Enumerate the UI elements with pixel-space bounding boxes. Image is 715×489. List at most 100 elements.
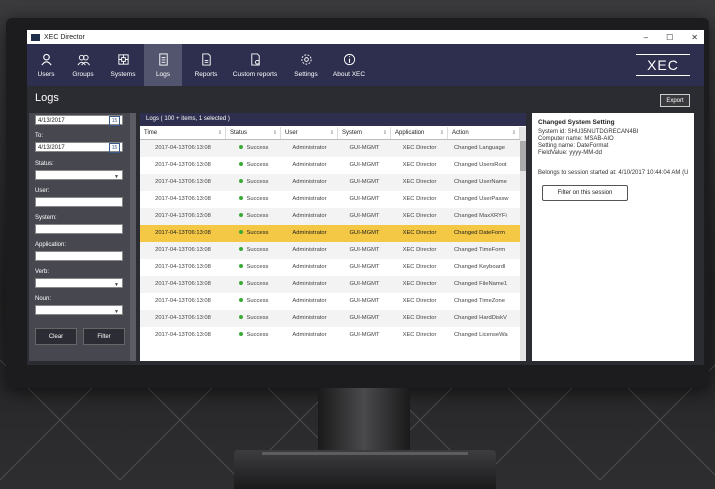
col-application[interactable]: Application ⇕ xyxy=(391,127,448,139)
nav-settings-label: Settings xyxy=(294,70,318,78)
cell-user-text: Administrator xyxy=(292,145,327,151)
user-input[interactable] xyxy=(35,197,123,207)
cell-action: Changed TimeForm xyxy=(448,242,520,259)
nav-about-label: About XEC xyxy=(332,70,366,78)
table-row[interactable]: 2017-04-13T06:13:08 Success Administrator G… xyxy=(140,310,520,327)
cell-action: Changed TimeZone xyxy=(448,293,520,310)
cell-application-text: XEC Director xyxy=(402,179,437,185)
application-input[interactable] xyxy=(35,251,123,261)
cell-application: XEC Director xyxy=(391,191,448,208)
table-row[interactable]: 2017-04-13T06:13:08 Success Administrator G… xyxy=(140,208,520,225)
app-icon xyxy=(31,33,40,41)
export-button[interactable]: Export xyxy=(660,94,690,107)
cell-time: 2017-04-13T06:13:08 xyxy=(140,208,226,225)
clear-button[interactable]: Clear xyxy=(35,328,77,345)
cell-system: GUI-MGMT xyxy=(338,191,391,208)
filter-button[interactable]: Filter xyxy=(83,328,125,345)
title-bar: XEC Director – ☐ ✕ xyxy=(27,30,704,44)
cell-system: GUI-MGMT xyxy=(338,140,391,157)
nav-about[interactable]: About XEC xyxy=(329,44,369,86)
nav-users[interactable]: Users xyxy=(31,44,61,86)
from-date-value: 4/13/2017 xyxy=(38,118,65,124)
sort-icon: ⇕ xyxy=(329,130,334,136)
nav-groups[interactable]: Groups xyxy=(67,44,99,86)
to-date-input[interactable]: 4/13/2017 15 xyxy=(35,142,123,153)
success-status-icon xyxy=(238,264,243,269)
status-select[interactable]: ▼ xyxy=(35,170,123,180)
table-row[interactable]: 2017-04-13T06:13:08 Success Administrator G… xyxy=(140,293,520,310)
nav-reports[interactable]: Reports xyxy=(189,44,223,86)
nav-logs-label: Logs xyxy=(155,70,171,78)
from-date-input[interactable]: 4/13/2017 15 xyxy=(35,115,123,126)
cell-system: GUI-MGMT xyxy=(338,157,391,174)
verb-select[interactable]: ▼ xyxy=(35,278,123,288)
cell-application-text: XEC Director xyxy=(402,315,437,321)
main-nav: Users Groups Systems Logs Reports Custom… xyxy=(27,44,704,86)
cell-action: Changed LicenseWa xyxy=(448,327,520,344)
status-label: Status: xyxy=(35,161,54,167)
calendar-icon[interactable]: 15 xyxy=(109,143,120,153)
cell-time: 2017-04-13T06:13:08 xyxy=(140,293,226,310)
cell-application: XEC Director xyxy=(391,140,448,157)
table-row[interactable]: 2017-04-13T06:13:08 Success Administrator G… xyxy=(140,327,520,344)
cell-user: Administrator xyxy=(281,225,338,242)
cell-time: 2017-04-13T06:13:08 xyxy=(140,191,226,208)
nav-groups-label: Groups xyxy=(72,70,94,78)
nav-logs[interactable]: Logs xyxy=(144,44,182,86)
col-time[interactable]: Time ⇕ xyxy=(140,127,226,139)
cell-status-text: Success xyxy=(246,145,269,151)
table-row[interactable]: 2017-04-13T06:13:08 Success Administrator G… xyxy=(140,242,520,259)
col-system[interactable]: System ⇕ xyxy=(338,127,391,139)
cell-time-text: 2017-04-13T06:13:08 xyxy=(155,213,211,219)
cell-system-text: GUI-MGMT xyxy=(349,196,380,202)
col-status[interactable]: Status ⇕ xyxy=(226,127,281,139)
col-user[interactable]: User ⇕ xyxy=(281,127,338,139)
table-row[interactable]: 2017-04-13T06:13:08 Success Administrator G… xyxy=(140,157,520,174)
cell-status: Success xyxy=(226,191,281,208)
table-row[interactable]: 2017-04-13T06:13:08 Success Administrator G… xyxy=(140,276,520,293)
minimize-button[interactable]: – xyxy=(644,33,648,42)
cell-system-text: GUI-MGMT xyxy=(349,264,380,270)
cell-action-text: Changed UsersRoot xyxy=(454,162,507,168)
cell-system: GUI-MGMT xyxy=(338,276,391,293)
success-status-icon xyxy=(238,196,243,201)
nav-custom-reports[interactable]: Custom reports xyxy=(227,44,283,86)
grid-scrollbar[interactable] xyxy=(520,127,526,361)
cell-action-text: Changed UserName xyxy=(454,179,507,185)
table-row[interactable]: 2017-04-13T06:13:08 Success Administrator G… xyxy=(140,174,520,191)
cell-system-text: GUI-MGMT xyxy=(349,162,380,168)
cell-application: XEC Director xyxy=(391,225,448,242)
table-row[interactable]: 2017-04-13T06:13:08 Success Administrator G… xyxy=(140,191,520,208)
col-action[interactable]: Action ⇕ xyxy=(448,127,520,139)
filter-session-button[interactable]: Filter on this session xyxy=(542,185,628,201)
cell-system: GUI-MGMT xyxy=(338,293,391,310)
cell-action: Changed UsersRoot xyxy=(448,157,520,174)
system-input[interactable] xyxy=(35,224,123,234)
nav-settings[interactable]: Settings xyxy=(289,44,323,86)
success-status-icon xyxy=(238,247,243,252)
col-time-label: Time xyxy=(144,130,158,136)
success-status-icon xyxy=(238,213,243,218)
filter-scrollbar[interactable] xyxy=(130,113,136,361)
noun-select[interactable]: ▼ xyxy=(35,305,123,315)
nav-systems[interactable]: Systems xyxy=(107,44,139,86)
xec-logo: XEC xyxy=(636,54,690,76)
table-row-selected[interactable]: 2017-04-13T06:13:08 Success Administrator G… xyxy=(140,225,520,242)
window-controls: – ☐ ✕ xyxy=(644,30,698,44)
cell-action: Changed UserPassw xyxy=(448,191,520,208)
table-row[interactable]: 2017-04-13T06:13:08 Success Administrator G… xyxy=(140,259,520,276)
success-status-icon xyxy=(238,145,243,150)
table-row[interactable]: 2017-04-13T06:13:08 Success Administrator G… xyxy=(140,140,520,157)
close-button[interactable]: ✕ xyxy=(691,33,698,42)
cell-system-text: GUI-MGMT xyxy=(349,230,380,236)
cell-system-text: GUI-MGMT xyxy=(349,281,380,287)
col-system-label: System xyxy=(342,130,363,136)
maximize-button[interactable]: ☐ xyxy=(666,33,673,42)
cell-system: GUI-MGMT xyxy=(338,208,391,225)
success-status-icon xyxy=(238,179,243,184)
nav-reports-label: Reports xyxy=(194,70,218,78)
cell-user-text: Administrator xyxy=(292,247,327,253)
calendar-icon[interactable]: 15 xyxy=(109,116,120,126)
grid-scrollbar-thumb[interactable] xyxy=(520,141,526,171)
window-title: XEC Director xyxy=(44,33,85,41)
